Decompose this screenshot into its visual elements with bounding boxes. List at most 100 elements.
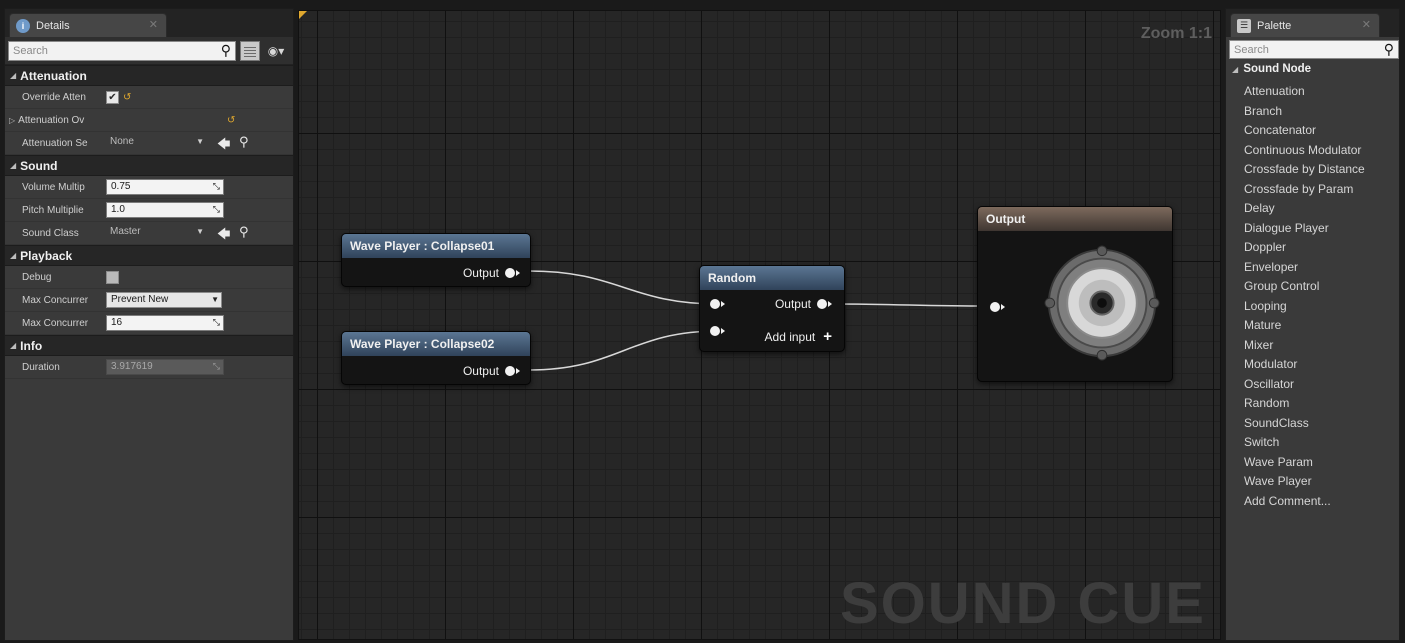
prop-max-concurrent-resolution: Max Concurrer Prevent New ▼ xyxy=(5,289,293,312)
pin-arrow-icon xyxy=(516,270,520,276)
palette-category-sound-node[interactable]: ◢ Sound Node xyxy=(1232,63,1311,75)
prop-attenuation-overrides: ▷ Attenuation Ov ↺ xyxy=(5,109,293,132)
eye-icon: ◉▾ xyxy=(267,43,285,58)
details-tab-label: Details xyxy=(36,19,70,32)
wire-random-to-output xyxy=(828,303,990,307)
property-matrix-button[interactable] xyxy=(240,40,260,61)
use-selected-arrow-icon[interactable]: 🡄 xyxy=(217,135,230,157)
duration-field: 3.917619 ⤡ xyxy=(106,359,224,375)
prop-label: Override Atten xyxy=(22,91,86,103)
palette-item[interactable]: Looping xyxy=(1244,297,1365,317)
reset-to-default-icon[interactable]: ↺ xyxy=(227,115,235,126)
details-search-placeholder: Search xyxy=(13,44,48,57)
max-concurrent-play-count-value: 16 xyxy=(111,317,123,328)
collapse-triangle-icon: ◢ xyxy=(10,251,17,260)
max-concurrent-play-count-field[interactable]: 16 ⤡ xyxy=(106,315,224,331)
pin-dot-icon xyxy=(710,326,720,336)
expand-triangle-icon[interactable]: ▷ xyxy=(9,116,15,125)
browse-search-icon[interactable]: ⚲ xyxy=(239,224,249,240)
prop-pitch-multiplier: Pitch Multiplie 1.0 ⤡ xyxy=(5,199,293,222)
collapse-triangle-icon: ◢ xyxy=(1232,65,1239,74)
palette-item[interactable]: Concatenator xyxy=(1244,121,1365,141)
pin-dot-icon xyxy=(505,366,515,376)
prop-label: Duration xyxy=(22,361,60,373)
close-icon[interactable]: ✕ xyxy=(1362,18,1371,31)
chevron-down-icon: ▼ xyxy=(211,295,219,304)
palette-item[interactable]: Delay xyxy=(1244,199,1365,219)
view-options-button[interactable]: ◉▾ xyxy=(262,41,290,61)
close-icon[interactable]: ✕ xyxy=(149,18,158,31)
chevron-down-icon: ▼ xyxy=(196,137,204,146)
volume-multiplier-field[interactable]: 0.75 ⤡ xyxy=(106,179,224,195)
palette-item[interactable]: Switch xyxy=(1244,433,1365,453)
attenuation-settings-value: None xyxy=(110,136,134,147)
sound-class-combo[interactable]: Master ▼ xyxy=(106,225,206,241)
palette-item[interactable]: Group Control xyxy=(1244,277,1365,297)
node-wave-player-2[interactable]: Wave Player : Collapse02 Output xyxy=(341,331,531,385)
prop-label: ▷ Attenuation Ov xyxy=(9,115,84,126)
output-pin[interactable]: Output xyxy=(463,364,520,378)
details-tab[interactable]: i Details ✕ xyxy=(9,13,167,37)
palette-item[interactable]: Branch xyxy=(1244,102,1365,122)
pin-dot-icon xyxy=(710,299,720,309)
palette-item[interactable]: Add Comment... xyxy=(1244,492,1365,512)
sound-class-value: Master xyxy=(110,226,141,237)
palette-item[interactable]: Crossfade by Param xyxy=(1244,180,1365,200)
category-info[interactable]: ◢ Info xyxy=(5,335,293,356)
random-output-pin[interactable]: Output xyxy=(775,297,832,311)
add-input-pin[interactable]: Add input + xyxy=(765,328,832,345)
random-input-pin-1[interactable] xyxy=(710,299,725,309)
use-selected-arrow-icon[interactable]: 🡄 xyxy=(217,225,230,247)
palette-item[interactable]: Wave Param xyxy=(1244,453,1365,473)
category-attenuation-label: Attenuation xyxy=(20,68,87,83)
prop-value: ✔ ↺ xyxy=(106,90,131,104)
search-icon: ⚲ xyxy=(1383,41,1394,57)
browse-search-icon[interactable]: ⚲ xyxy=(239,134,249,150)
category-sound-label: Sound xyxy=(20,158,58,173)
sound-cue-graph[interactable]: Zoom 1:1 SOUND CUE Wave Player : Collaps… xyxy=(298,10,1221,640)
node-title: Wave Player : Collapse01 xyxy=(342,234,530,258)
palette-item[interactable]: Wave Player xyxy=(1244,472,1365,492)
pin-arrow-icon xyxy=(828,301,832,307)
pin-arrow-icon xyxy=(516,368,520,374)
palette-item-list: Attenuation Branch Concatenator Continuo… xyxy=(1244,82,1365,511)
palette-item[interactable]: Dialogue Player xyxy=(1244,219,1365,239)
palette-item[interactable]: Modulator xyxy=(1244,355,1365,375)
palette-search-input[interactable]: Search ⚲ xyxy=(1229,40,1399,59)
category-playback-label: Playback xyxy=(20,248,73,263)
node-wave-player-1[interactable]: Wave Player : Collapse01 Output xyxy=(341,233,531,287)
output-pin[interactable]: Output xyxy=(463,266,520,280)
collapse-triangle-icon: ◢ xyxy=(10,71,17,80)
category-attenuation[interactable]: ◢ Attenuation xyxy=(5,65,293,86)
reset-to-default-icon[interactable]: ↺ xyxy=(123,92,131,103)
palette-tab-label: Palette xyxy=(1257,19,1292,32)
pitch-multiplier-field[interactable]: 1.0 ⤡ xyxy=(106,202,224,218)
category-playback[interactable]: ◢ Playback xyxy=(5,245,293,266)
random-input-pin-2[interactable] xyxy=(710,326,725,336)
node-random[interactable]: Random Output Add input + xyxy=(699,265,845,352)
max-concurrent-resolution-combo[interactable]: Prevent New ▼ xyxy=(106,292,222,308)
palette-item[interactable]: Crossfade by Distance xyxy=(1244,160,1365,180)
debug-checkbox[interactable] xyxy=(106,270,119,284)
palette-item[interactable]: Attenuation xyxy=(1244,82,1365,102)
palette-item[interactable]: Mature xyxy=(1244,316,1365,336)
node-output[interactable]: Output xyxy=(977,206,1173,382)
palette-tab[interactable]: ☰ Palette ✕ xyxy=(1230,13,1380,37)
output-pin-label: Output xyxy=(462,364,499,378)
output-node-input-pin[interactable] xyxy=(990,302,1005,312)
palette-item[interactable]: Oscillator xyxy=(1244,375,1365,395)
palette-category-label: Sound Node xyxy=(1243,63,1312,75)
details-search-input[interactable]: Search ⚲ xyxy=(8,40,236,61)
palette-panel: ☰ Palette ✕ Search ⚲ ◢ Sound Node Attenu… xyxy=(1225,8,1400,641)
prop-label: Max Concurrer xyxy=(22,317,89,329)
override-attenuation-checkbox[interactable]: ✔ xyxy=(106,90,119,104)
pin-dot-icon xyxy=(505,268,515,278)
palette-item[interactable]: Mixer xyxy=(1244,336,1365,356)
palette-item[interactable]: Random xyxy=(1244,394,1365,414)
palette-item[interactable]: SoundClass xyxy=(1244,414,1365,434)
category-sound[interactable]: ◢ Sound xyxy=(5,155,293,176)
attenuation-settings-combo[interactable]: None ▼ xyxy=(106,135,206,151)
palette-item[interactable]: Doppler xyxy=(1244,238,1365,258)
palette-item[interactable]: Enveloper xyxy=(1244,258,1365,278)
palette-item[interactable]: Continuous Modulator xyxy=(1244,141,1365,161)
